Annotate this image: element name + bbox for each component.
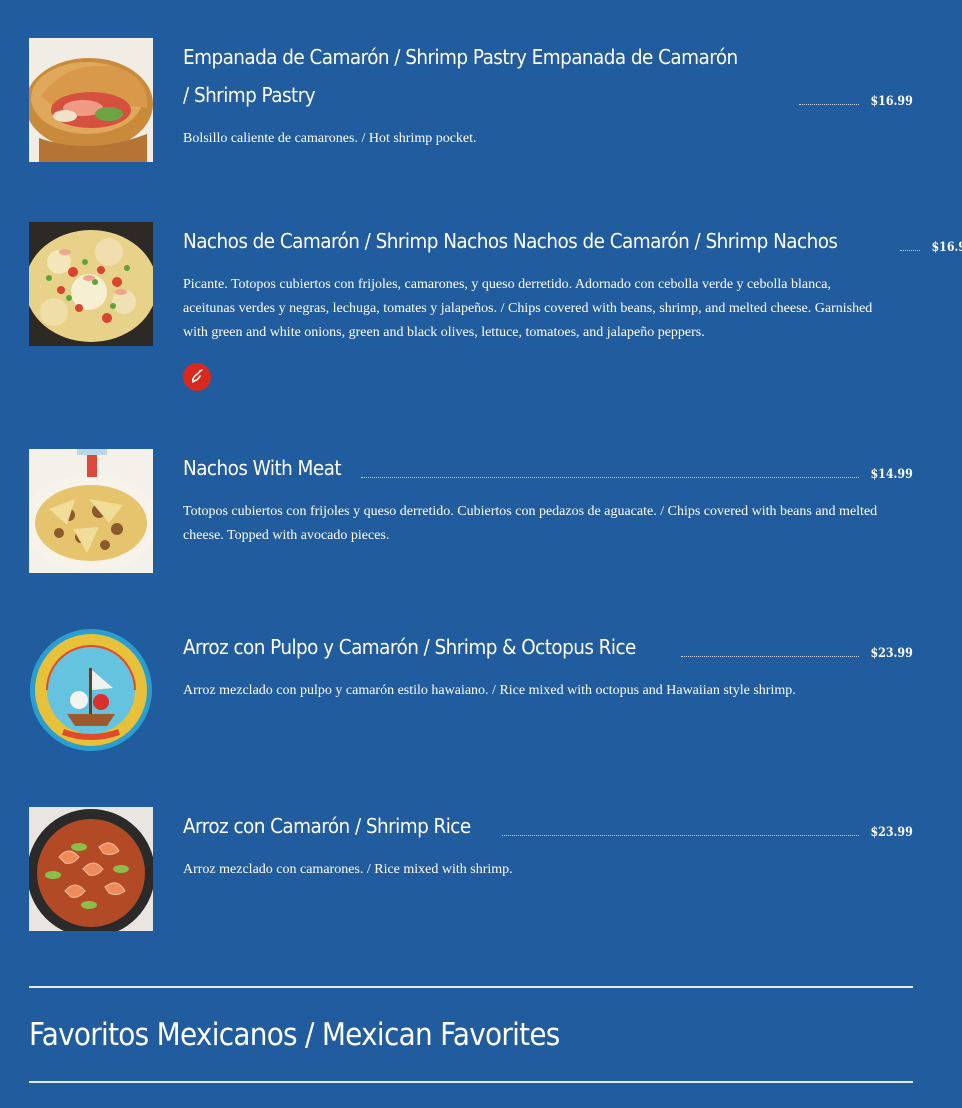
item-price: $23.99 bbox=[870, 646, 913, 661]
price-leader bbox=[900, 250, 921, 251]
item-description: Bolsillo caliente de camarones. / Hot sh… bbox=[183, 131, 477, 146]
spicy-badge bbox=[183, 363, 211, 391]
price-leader bbox=[681, 656, 860, 657]
section-title: Favoritos Mexicanos / Mexican Favorites bbox=[29, 1017, 560, 1053]
chili-pepper-icon bbox=[192, 369, 203, 383]
shrimp-empanada-photo[interactable] bbox=[29, 38, 153, 162]
price-leader bbox=[799, 104, 860, 105]
item-price: $16.99 bbox=[870, 94, 913, 109]
item-name: Arroz con Camarón / Shrimp Rice bbox=[183, 814, 471, 838]
item-name: Arroz con Pulpo y Camarón / Shrimp & Oct… bbox=[183, 635, 636, 659]
shrimp-nachos-image bbox=[29, 222, 153, 346]
shrimp-rice-image bbox=[29, 807, 153, 931]
item-description: Arroz mezclado con pulpo y camarón estil… bbox=[183, 683, 796, 698]
item-description: Picante. Totopos cubiertos con frijoles,… bbox=[183, 277, 873, 340]
shrimp-empanada-image bbox=[29, 38, 153, 162]
shrimp-rice-photo[interactable] bbox=[29, 807, 153, 931]
restaurant-logo[interactable] bbox=[29, 628, 153, 752]
item-description: Arroz mezclado con camarones. / Rice mix… bbox=[183, 862, 513, 877]
meat-nachos-photo[interactable] bbox=[29, 449, 153, 573]
section-divider-top bbox=[29, 986, 913, 988]
shrimp-nachos-photo[interactable] bbox=[29, 222, 153, 346]
fiesta-garibaldi-logo bbox=[29, 628, 153, 752]
price-leader bbox=[501, 835, 860, 836]
item-name: Nachos With Meat bbox=[183, 456, 342, 480]
item-price: $14.99 bbox=[870, 467, 913, 482]
item-price: $16.99 bbox=[931, 240, 962, 255]
section-divider-bottom bbox=[29, 1081, 913, 1083]
item-name: Nachos de Camarón / Shrimp Nachos Nachos… bbox=[183, 229, 838, 253]
meat-nachos-image bbox=[29, 449, 153, 573]
item-price: $23.99 bbox=[870, 825, 913, 840]
item-name: Empanada de Camarón / Shrimp Pastry Empa… bbox=[183, 45, 738, 107]
item-description: Totopos cubiertos con frijoles y queso d… bbox=[183, 504, 878, 543]
price-leader bbox=[360, 477, 860, 478]
